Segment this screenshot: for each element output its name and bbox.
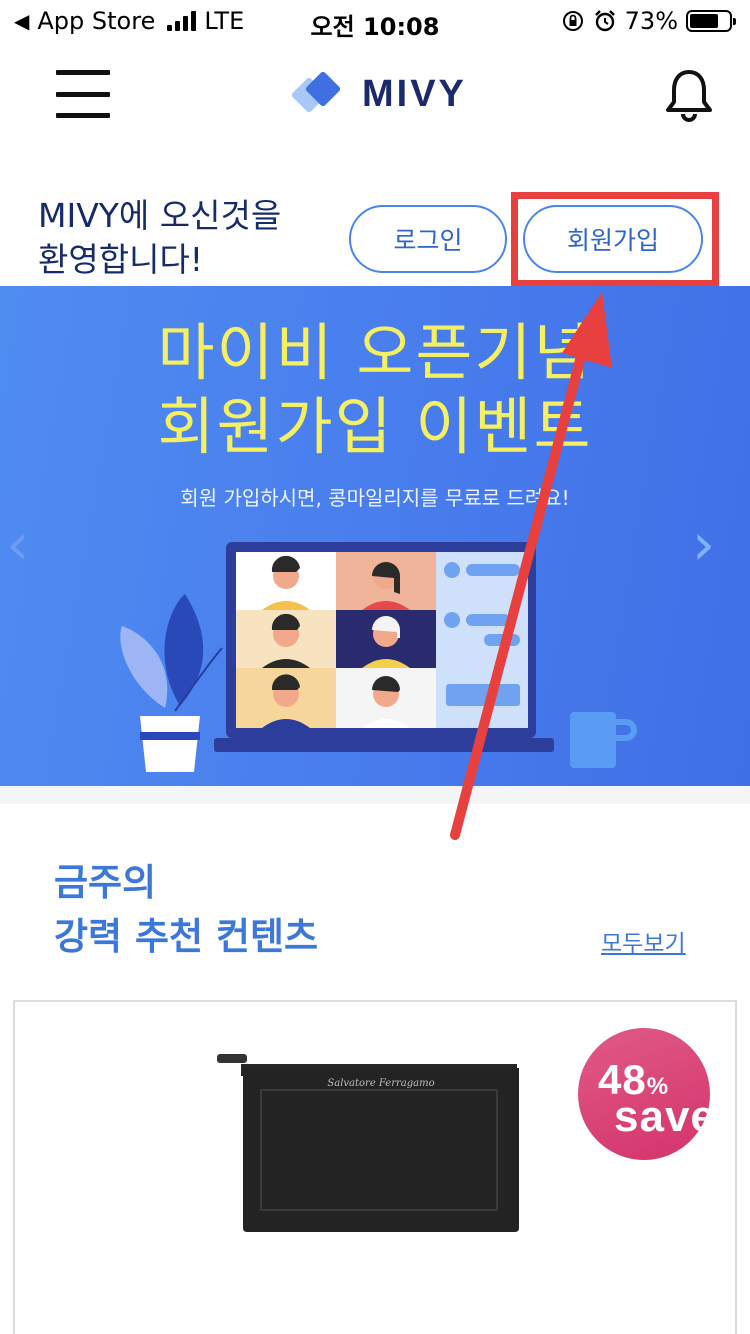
status-bar: ◀ App Store LTE 오전 10:08 73%: [0, 0, 750, 42]
video-call-illustration: [120, 542, 637, 772]
app-header: MIVY: [0, 52, 750, 142]
battery-fill: [690, 14, 718, 28]
section-divider: [0, 786, 750, 804]
hamburger-icon[interactable]: [56, 66, 110, 122]
see-all-link[interactable]: 모두보기: [601, 924, 686, 958]
welcome-message: MIVY에 오신것을 환영합니다!: [38, 194, 281, 282]
battery-icon: [686, 10, 736, 32]
section-title: 금주의 강력 추천 컨텐츠: [54, 856, 318, 964]
banner-subtitle: 회원 가입하시면, 콩마일리지를 무료로 드려요!: [180, 486, 570, 510]
welcome-line2: 환영합니다!: [38, 240, 204, 279]
signup-highlight-box: [511, 192, 719, 287]
alarm-icon: [594, 10, 615, 32]
brand-mark: Salvatore Ferragamo: [327, 1078, 434, 1089]
wallet-product-image: Salvatore Ferragamo: [217, 1054, 519, 1232]
logo-text: MIVY: [362, 72, 467, 115]
section-title-line1: 금주의: [54, 861, 157, 904]
banner-title-line1: 마이비 오픈기념: [157, 316, 593, 389]
laptop-illustration: [214, 542, 554, 752]
welcome-line1: MIVY에 오신것을: [38, 196, 282, 235]
login-button[interactable]: 로그인: [349, 205, 507, 273]
mug-illustration: [570, 712, 637, 768]
banner-title: 마이비 오픈기념 회원가입 이벤트: [0, 316, 750, 464]
status-right: 73%: [561, 7, 736, 35]
discount-save-label: save: [614, 1092, 710, 1141]
rotation-lock-icon: [562, 11, 583, 31]
logo-mark-icon: [292, 71, 341, 113]
battery-percent: 73%: [624, 7, 678, 35]
bell-icon[interactable]: [660, 66, 718, 124]
discount-badge: 48% save: [578, 1028, 710, 1160]
plant-illustration: [120, 594, 223, 772]
logo[interactable]: MIVY: [292, 68, 467, 120]
section-title-line2: 강력 추천 컨텐츠: [54, 915, 319, 958]
banner-title-line2: 회원가입 이벤트: [157, 390, 593, 463]
product-card[interactable]: Salvatore Ferragamo 48% save: [13, 1000, 737, 1334]
event-banner[interactable]: 마이비 오픈기념 회원가입 이벤트 회원 가입하시면, 콩마일리지를 무료로 드…: [0, 286, 750, 786]
